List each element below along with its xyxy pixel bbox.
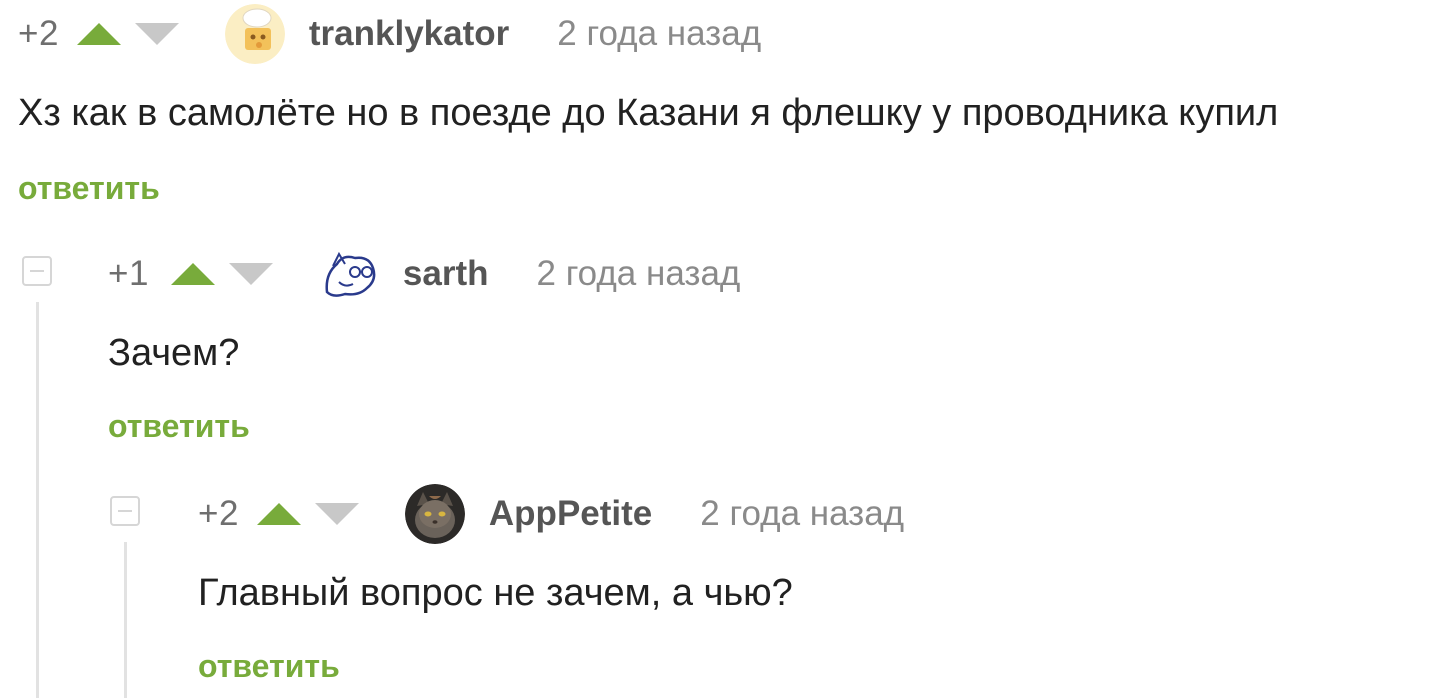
downvote-arrow-icon[interactable] bbox=[314, 503, 359, 525]
upvote-arrow-icon[interactable] bbox=[76, 23, 121, 45]
comment-header: +2 AppPetite 2 года назад bbox=[198, 484, 904, 544]
comment-text: Хз как в самолёте но в поезде до Казани … bbox=[18, 92, 1279, 134]
upvote-arrow-icon[interactable] bbox=[256, 503, 301, 525]
downvote-arrow-icon[interactable] bbox=[228, 263, 273, 285]
user-avatar[interactable] bbox=[404, 484, 465, 544]
comment-header: +2 tranklykator 2 года назад bbox=[18, 4, 761, 64]
reply-link[interactable]: ответить bbox=[198, 648, 340, 685]
thread-line bbox=[124, 542, 127, 698]
comment-text: Зачем? bbox=[108, 332, 240, 374]
downvote-arrow-icon[interactable] bbox=[134, 23, 179, 45]
doodle-creature-avatar-icon bbox=[318, 244, 379, 304]
comment-time: 2 года назад bbox=[536, 254, 741, 293]
comment-1: +2 tranklykator 2 года назад Хз как в са… bbox=[18, 4, 1438, 207]
user-avatar[interactable] bbox=[224, 4, 285, 64]
username[interactable]: tranklykator bbox=[309, 14, 509, 54]
comment-time: 2 года назад bbox=[557, 14, 762, 53]
comment-score: +2 bbox=[198, 494, 239, 533]
reply-link[interactable]: ответить bbox=[18, 170, 160, 207]
comment-text: Главный вопрос не зачем, а чью? bbox=[198, 572, 793, 614]
thread-line bbox=[36, 302, 39, 698]
collapse-thread-button[interactable] bbox=[110, 496, 140, 526]
comment-header: +1 sarth 2 года назад bbox=[108, 244, 740, 304]
comment-score: +2 bbox=[18, 14, 59, 53]
collapse-thread-button[interactable] bbox=[22, 256, 52, 286]
cat-photo-avatar-icon bbox=[404, 484, 465, 544]
cheese-chef-avatar-icon bbox=[224, 4, 285, 64]
comment-score: +1 bbox=[108, 254, 149, 293]
comment-3: +2 AppPetite 2 года назад Главный вопрос… bbox=[198, 484, 1398, 698]
upvote-arrow-icon[interactable] bbox=[170, 263, 215, 285]
reply-link[interactable]: ответить bbox=[108, 408, 250, 445]
username[interactable]: AppPetite bbox=[489, 494, 652, 534]
comment-2: +1 sarth 2 года назад Зачем? ответить bbox=[108, 244, 1408, 444]
user-avatar[interactable] bbox=[318, 244, 379, 304]
username[interactable]: sarth bbox=[403, 254, 489, 294]
comment-time: 2 года назад bbox=[700, 494, 905, 533]
